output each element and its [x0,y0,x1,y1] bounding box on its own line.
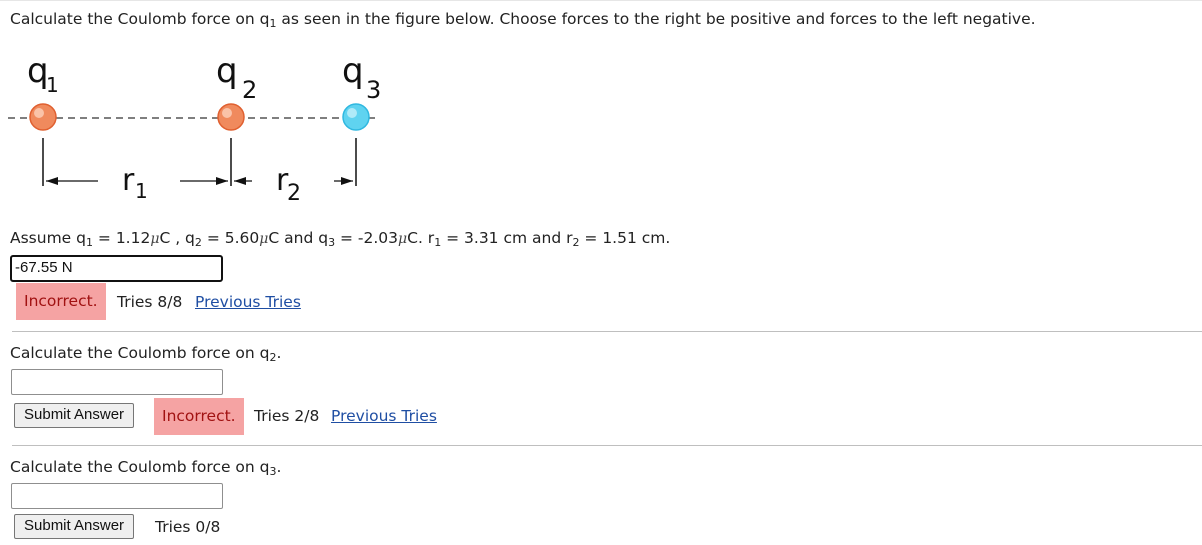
q3-submit-answer-button[interactable]: Submit Answer [14,514,135,539]
charge-q1-highlight [34,108,44,118]
prompt-subscript: 1 [269,17,277,30]
q3-force-answer-field[interactable] [11,483,223,509]
q1-status-badge: Incorrect. [16,283,106,320]
r2-arrowhead-right [341,177,353,185]
q2-prompt: Calculate the Coulomb force on q2. [10,344,282,364]
svg-text:1: 1 [46,73,59,97]
svg-text:2: 2 [242,76,257,104]
distance-label-r1: r 1 [122,163,148,203]
charge-q2-highlight [222,108,232,118]
prompt-text-rest: as seen in the figure below. Choose forc… [276,10,1036,28]
charge-label-q2: q 2 [216,51,257,104]
charge-label-q1: q 1 [27,51,59,97]
q2-tries-count: Tries 2/8 [254,407,320,425]
section-divider [12,331,1202,332]
svg-text:q: q [342,51,364,91]
top-divider [0,0,1202,1]
r1-arrowhead-left [46,177,58,185]
svg-text:r: r [122,163,135,198]
prompt-text: Calculate the Coulomb force on q [10,10,270,28]
q2-previous-tries-link[interactable]: Previous Tries [331,407,437,425]
svg-text:q: q [216,51,238,91]
r2-arrowhead-left [234,177,246,185]
micro-symbol: μ [259,231,269,247]
charge-q3 [342,103,370,131]
q2-status-badge: Incorrect. [154,398,244,435]
given-values: Assume q1 = 1.12μC , q2 = 5.60μC and q3 … [10,229,671,249]
charge-q1 [29,103,57,131]
q1-tries-count: Tries 8/8 [117,293,183,311]
q1-force-answer-field[interactable]: -67.55 N [10,255,223,282]
q2-force-answer-field[interactable] [11,369,223,395]
q1-previous-tries-link[interactable]: Previous Tries [195,293,301,311]
charges-figure: q 1 q 2 q 3 r 1 r 2 [8,51,381,206]
q2-submit-answer-button[interactable]: Submit Answer [14,403,135,428]
svg-text:1: 1 [135,179,148,203]
distance-label-r2: r 2 [276,163,301,206]
section-divider [12,445,1202,446]
r1-arrowhead-right [216,177,228,185]
svg-text:2: 2 [287,181,301,206]
q3-prompt: Calculate the Coulomb force on q3. [10,458,282,478]
svg-text:3: 3 [366,76,381,104]
problem-prompt: Calculate the Coulomb force on q1 as see… [10,10,1036,30]
q3-tries-count: Tries 0/8 [155,518,221,536]
charge-label-q3: q 3 [342,51,381,104]
charge-q3-highlight [347,108,357,118]
charge-q2 [217,103,245,131]
micro-symbol: μ [398,231,408,247]
